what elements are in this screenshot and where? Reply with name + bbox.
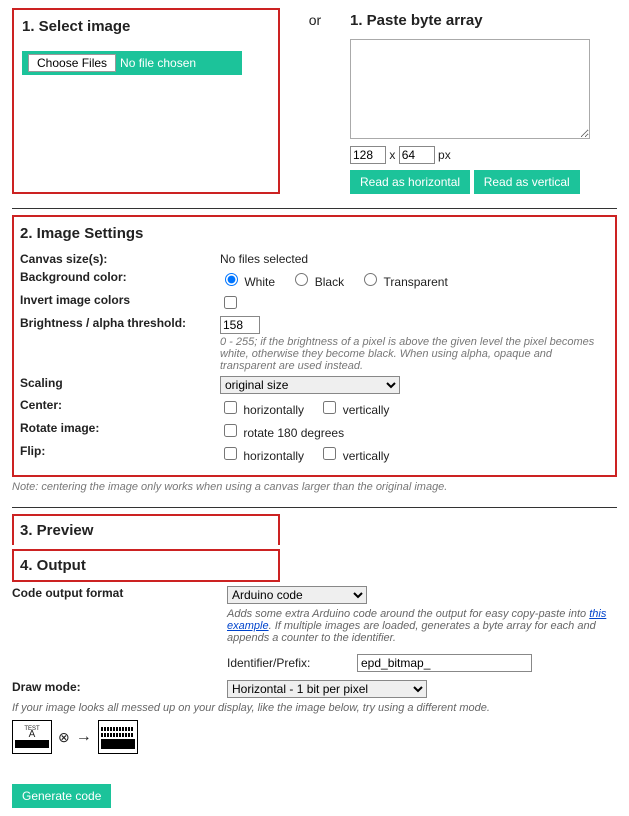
rotate-image-label: Rotate image: <box>20 421 220 440</box>
byte-array-height-input[interactable] <box>399 146 435 164</box>
generate-code-button[interactable]: Generate code <box>12 784 111 808</box>
good-display-icon: TEST A <box>12 720 52 754</box>
bg-transparent-radio[interactable] <box>364 273 377 286</box>
rotate-180-option[interactable]: rotate 180 degrees <box>220 426 344 440</box>
canvas-size-value: No files selected <box>220 252 609 266</box>
image-settings-title: 2. Image Settings <box>20 225 609 242</box>
paste-byte-array-section: 1. Paste byte array x px Read as horizon… <box>350 8 617 194</box>
select-image-section: 1. Select image Choose Files No file cho… <box>12 8 280 194</box>
no-file-chosen-label: No file chosen <box>120 56 196 70</box>
byte-array-width-input[interactable] <box>350 146 386 164</box>
flip-horizontal-checkbox[interactable] <box>224 447 237 460</box>
read-horizontal-button[interactable]: Read as horizontal <box>350 170 470 194</box>
bg-white-option[interactable]: White <box>220 275 275 289</box>
code-output-format-select[interactable]: Arduino code <box>227 586 367 604</box>
mode-example-row: TEST A ⊗ → <box>12 720 617 754</box>
bg-transparent-option[interactable]: Transparent <box>359 275 447 289</box>
code-output-format-label: Code output format <box>12 586 227 672</box>
draw-mode-label: Draw mode: <box>12 680 227 698</box>
output-title: 4. Output <box>20 557 272 574</box>
center-vertical-checkbox[interactable] <box>323 401 336 414</box>
output-section-heading: 4. Output <box>12 549 280 582</box>
arrow-right-icon: → <box>76 728 92 746</box>
scaling-select[interactable]: original size <box>220 376 400 394</box>
choose-files-wrap: Choose Files No file chosen <box>22 51 242 75</box>
background-color-label: Background color: <box>20 270 220 289</box>
bg-black-radio[interactable] <box>295 273 308 286</box>
image-settings-section: 2. Image Settings Canvas size(s): No fil… <box>12 215 617 477</box>
output-section: Code output format Arduino code Adds som… <box>12 586 617 808</box>
or-label: or <box>280 8 350 194</box>
invert-colors-label: Invert image colors <box>20 293 220 312</box>
px-label: px <box>438 148 451 162</box>
circle-x-icon: ⊗ <box>58 729 70 746</box>
bg-black-option[interactable]: Black <box>290 275 344 289</box>
times-label: x <box>389 148 395 162</box>
bad-display-icon <box>98 720 138 754</box>
byte-array-textarea[interactable] <box>350 39 590 139</box>
center-horizontal-checkbox[interactable] <box>224 401 237 414</box>
draw-mode-select[interactable]: Horizontal - 1 bit per pixel <box>227 680 427 698</box>
brightness-threshold-label: Brightness / alpha threshold: <box>20 316 220 372</box>
brightness-hint: 0 - 255; if the brightness of a pixel is… <box>220 336 609 372</box>
scaling-label: Scaling <box>20 376 220 394</box>
brightness-threshold-input[interactable] <box>220 316 260 334</box>
flip-horizontal-option[interactable]: horizontally <box>220 449 304 463</box>
center-label: Center: <box>20 398 220 417</box>
preview-title: 3. Preview <box>20 522 272 539</box>
identifier-prefix-label: Identifier/Prefix: <box>227 656 357 670</box>
rotate-180-checkbox[interactable] <box>224 424 237 437</box>
read-vertical-button[interactable]: Read as vertical <box>474 170 580 194</box>
paste-title: 1. Paste byte array <box>350 12 617 29</box>
flip-label: Flip: <box>20 444 220 463</box>
center-vertical-option[interactable]: vertically <box>319 403 389 417</box>
choose-files-button[interactable]: Choose Files <box>28 54 116 72</box>
centering-note: Note: centering the image only works whe… <box>12 481 617 493</box>
canvas-size-label: Canvas size(s): <box>20 252 220 266</box>
select-image-title: 1. Select image <box>22 18 270 35</box>
divider <box>12 208 617 209</box>
draw-mode-hint: If your image looks all messed up on you… <box>12 702 617 714</box>
invert-colors-checkbox[interactable] <box>224 296 237 309</box>
flip-vertical-option[interactable]: vertically <box>319 449 389 463</box>
preview-section: 3. Preview <box>12 514 280 545</box>
identifier-prefix-input[interactable] <box>357 654 532 672</box>
center-horizontal-option[interactable]: horizontally <box>220 403 304 417</box>
divider <box>12 507 617 508</box>
bg-white-radio[interactable] <box>225 273 238 286</box>
flip-vertical-checkbox[interactable] <box>323 447 336 460</box>
code-output-format-hint: Adds some extra Arduino code around the … <box>227 608 617 644</box>
